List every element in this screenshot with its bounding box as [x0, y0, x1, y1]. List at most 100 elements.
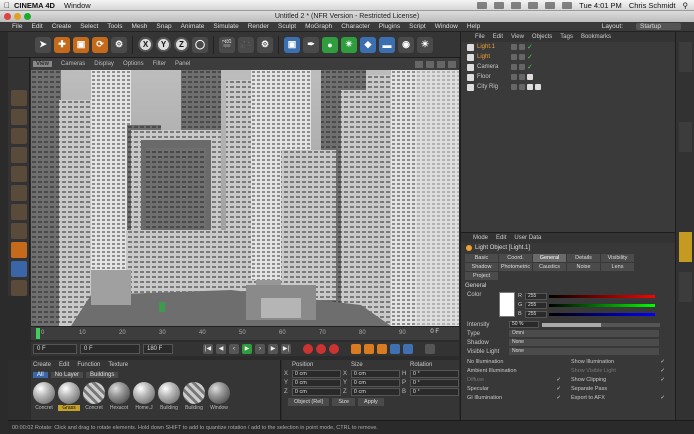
camera-object-icon[interactable]: ◉	[398, 36, 414, 53]
quantize-icon[interactable]	[10, 280, 27, 296]
obj-menu-edit[interactable]: Edit	[493, 34, 503, 40]
checkbox-mark[interactable]: ✓	[660, 395, 665, 401]
rotate-icon[interactable]: ⟳	[92, 36, 108, 53]
y-axis-lock-icon[interactable]: Y	[156, 37, 171, 52]
mac-window-menu[interactable]: Window	[64, 1, 91, 10]
volume-icon[interactable]	[545, 1, 556, 9]
attributes-tab[interactable]	[679, 232, 692, 262]
green-slider[interactable]	[549, 303, 655, 307]
object-row[interactable]: Light ✓	[461, 52, 675, 62]
object-row[interactable]: Light.1 ✓	[461, 42, 675, 52]
mat-menu-function[interactable]: Function	[77, 362, 100, 368]
rotation-h-field[interactable]: 0 °	[409, 369, 459, 378]
checkbox-mark[interactable]: ✓	[556, 377, 561, 383]
type-dropdown[interactable]: Omni	[509, 330, 659, 337]
deformer-icon[interactable]: ◆	[360, 36, 376, 53]
viewport-menu-options[interactable]: Options	[123, 61, 144, 67]
obj-menu-objects[interactable]: Objects	[532, 34, 552, 40]
viewport-menu-panel[interactable]: Panel	[175, 61, 190, 67]
structure-tab[interactable]	[679, 122, 692, 152]
intensity-field[interactable]: 50 %	[509, 321, 539, 328]
material-swatch[interactable]: Building	[158, 382, 180, 411]
size-x-field[interactable]: 0 cm	[350, 369, 400, 378]
checkbox-mark[interactable]: ✓	[660, 377, 665, 383]
x-axis-lock-icon[interactable]: X	[138, 37, 153, 52]
live-selection-icon[interactable]: ➤	[35, 36, 51, 53]
size-z-field[interactable]: 0 cm	[350, 387, 400, 396]
size-y-field[interactable]: 0 cm	[350, 378, 400, 387]
menu-select[interactable]: Select	[80, 23, 98, 30]
timeline-ruler[interactable]: 0 10 20 30 40 50 60 70 80 90 0 F	[31, 326, 459, 340]
render-settings-icon[interactable]: ⚙	[257, 36, 273, 53]
sculpt-icon[interactable]	[10, 242, 27, 258]
edges-mode-icon[interactable]	[10, 185, 27, 201]
checkbox-mark[interactable]: ✓	[556, 386, 561, 392]
tab-caustics[interactable]: Caustics	[533, 263, 566, 271]
timeline-settings-icon[interactable]	[425, 344, 435, 354]
object-name[interactable]: Light.1	[477, 44, 511, 50]
dropbox-icon[interactable]	[477, 1, 488, 9]
wifi-icon[interactable]	[528, 1, 539, 9]
objects-tab[interactable]	[679, 42, 692, 72]
mat-filter-no-layer[interactable]: No Layer	[50, 372, 84, 378]
tab-visibility[interactable]: Visibility	[601, 254, 634, 262]
go-to-end-icon[interactable]: ▶|	[281, 344, 291, 354]
menu-window[interactable]: Window	[435, 23, 458, 30]
scale-icon[interactable]: ▣	[73, 36, 89, 53]
color-swatch[interactable]	[499, 292, 515, 317]
texture-mode-icon[interactable]	[10, 128, 27, 144]
mat-filter-buildings[interactable]: Buildings	[86, 372, 119, 378]
material-swatch[interactable]: Concret	[83, 382, 105, 411]
zoom-window-button[interactable]	[24, 13, 31, 20]
material-swatch[interactable]: Grass	[58, 382, 80, 411]
key-parameter-icon[interactable]	[390, 344, 400, 354]
object-row[interactable]: City Rig	[461, 82, 675, 92]
blue-slider[interactable]	[549, 312, 655, 316]
enabled-check-icon[interactable]: ✓	[527, 63, 533, 71]
light-option-checkbox[interactable]: Show Illumination ✓	[571, 358, 675, 366]
end-frame-field[interactable]: 180 F	[143, 344, 173, 354]
menu-simulate[interactable]: Simulate	[213, 23, 238, 30]
model-mode-icon[interactable]	[10, 109, 27, 125]
spotlight-icon[interactable]: ⚲	[683, 1, 689, 10]
app-name-menu[interactable]: CINEMA 4D	[14, 1, 55, 10]
layout-select[interactable]: Startup	[636, 23, 681, 30]
snap-icon[interactable]	[10, 261, 27, 277]
menu-tools[interactable]: Tools	[107, 23, 122, 30]
viewport-move-icon[interactable]	[415, 60, 423, 68]
battery-icon[interactable]	[562, 1, 573, 9]
light-option-checkbox[interactable]: Show Visible Light ✓	[571, 367, 675, 375]
object-name[interactable]: Floor	[477, 74, 511, 80]
render-picture-viewer-icon[interactable]: 🎥	[238, 36, 254, 53]
make-editable-icon[interactable]	[10, 90, 27, 106]
obj-menu-bookmarks[interactable]: Bookmarks	[581, 34, 611, 40]
tab-coord[interactable]: Coord.	[499, 254, 532, 262]
bluetooth-icon[interactable]	[511, 1, 522, 9]
start-frame-field[interactable]: 0 F	[33, 344, 77, 354]
viewport-menu-display[interactable]: Display	[94, 61, 114, 67]
tab-project[interactable]: Project	[465, 272, 498, 280]
layers-tab[interactable]	[679, 272, 692, 302]
user-name[interactable]: Chris Schmidt	[629, 1, 676, 10]
close-window-button[interactable]	[4, 13, 11, 20]
z-axis-lock-icon[interactable]: Z	[174, 37, 189, 52]
menu-sculpt[interactable]: Sculpt	[278, 23, 296, 30]
viewport-rotate-icon[interactable]	[437, 60, 445, 68]
rotation-p-field[interactable]: 0 °	[409, 378, 459, 387]
apple-icon[interactable]: 	[0, 1, 14, 10]
menu-character[interactable]: Character	[341, 23, 370, 30]
points-mode-icon[interactable]	[10, 166, 27, 182]
menu-render[interactable]: Render	[248, 23, 269, 30]
material-swatch[interactable]: Building	[183, 382, 205, 411]
tab-shadow[interactable]: Shadow	[465, 263, 498, 271]
playhead[interactable]	[36, 328, 40, 339]
tab-general[interactable]: General	[533, 254, 566, 262]
object-row[interactable]: Floor	[461, 72, 675, 82]
attr-menu-mode[interactable]: Mode	[473, 235, 488, 241]
material-swatch[interactable]: Home.J	[133, 382, 155, 411]
preview-range-field[interactable]: 0 F	[80, 344, 140, 354]
mat-menu-create[interactable]: Create	[33, 362, 51, 368]
move-icon[interactable]: ✚	[54, 36, 70, 53]
light-option-checkbox[interactable]: Show Clipping ✓	[571, 376, 675, 384]
light-object-icon[interactable]: ☀	[417, 36, 433, 53]
